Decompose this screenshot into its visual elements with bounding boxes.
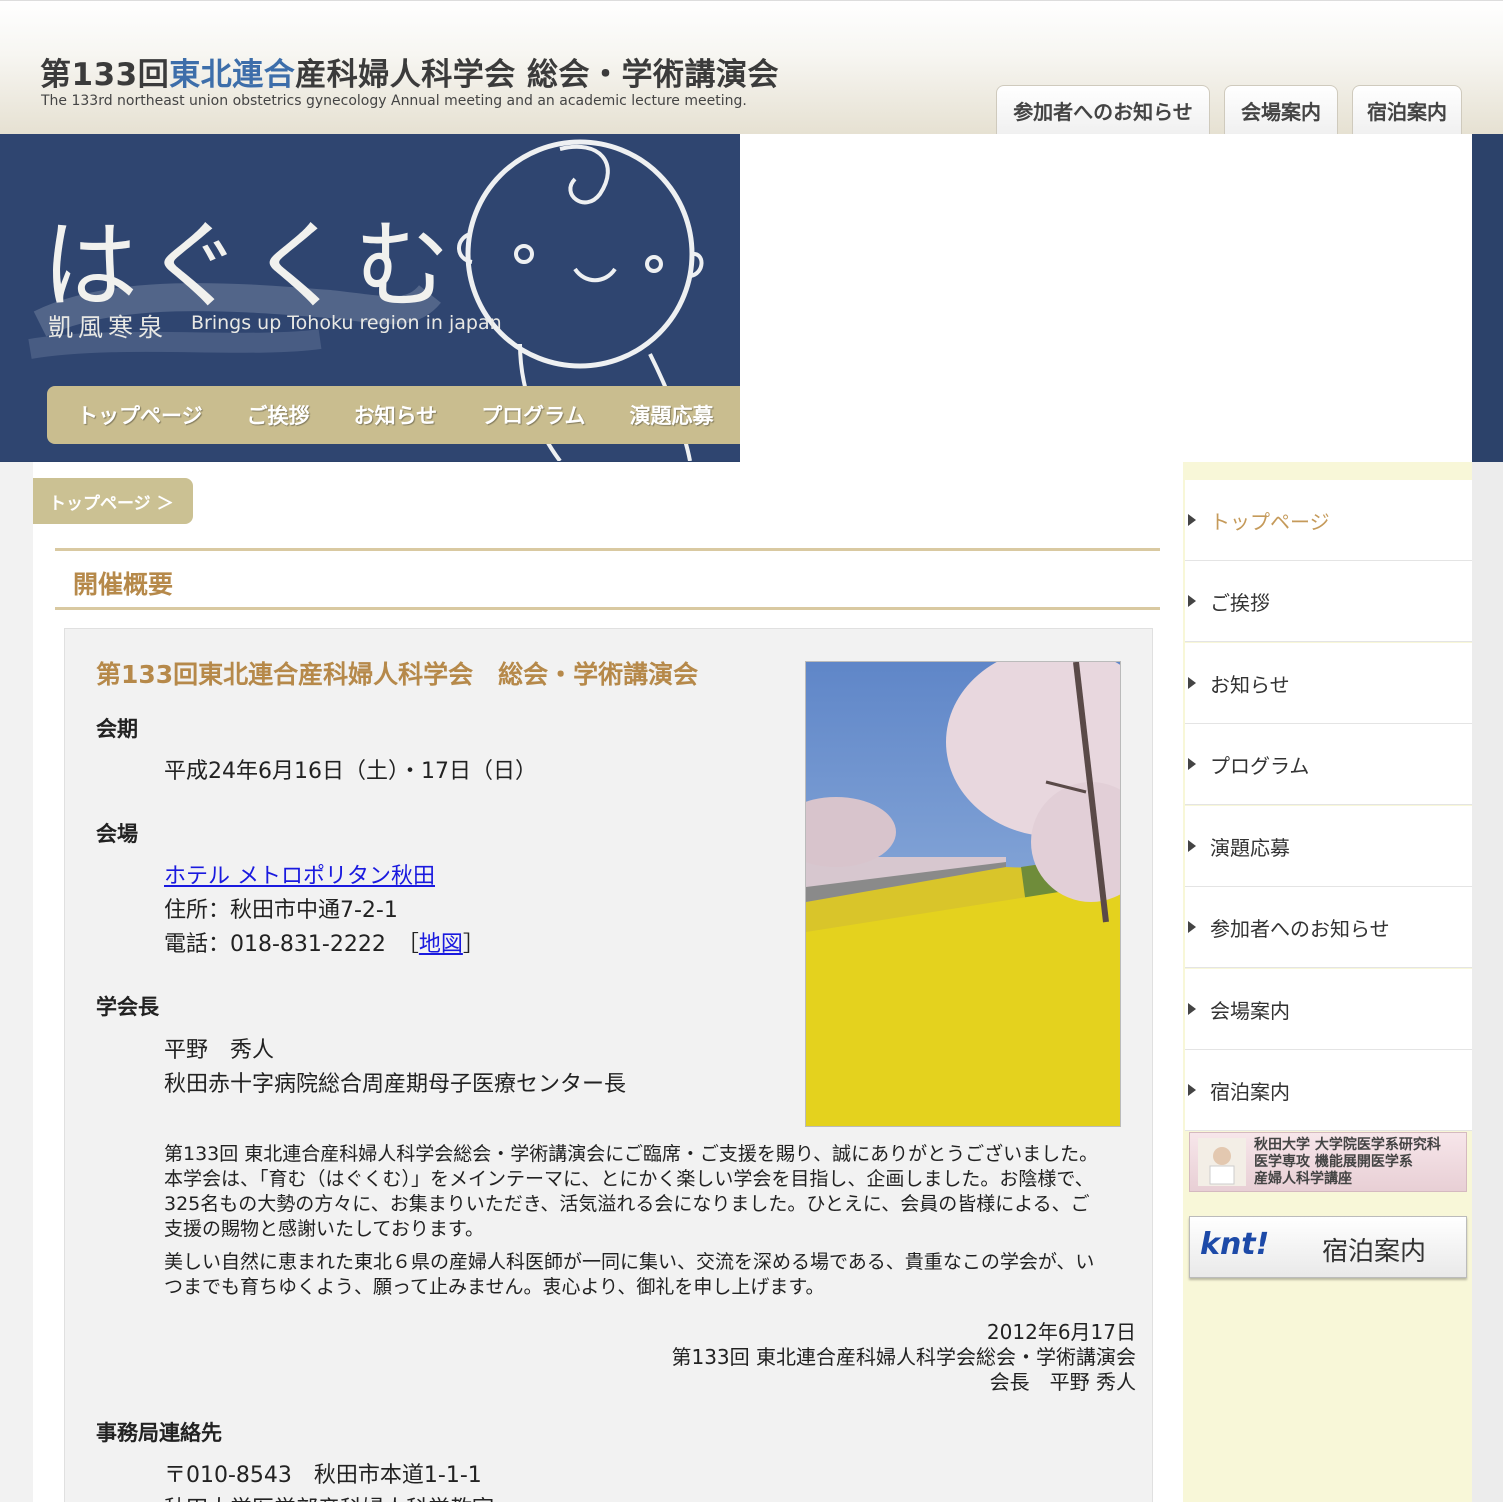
sidebar-item-label: ご挨拶 (1210, 590, 1270, 615)
knt-accommodation-banner[interactable]: knt! 宿泊案内 (1189, 1216, 1467, 1278)
sidebar-item-news[interactable]: お知らせ (1185, 643, 1472, 724)
office-dept: 秋田大学医学部産科婦人科学教室 (164, 1491, 494, 1502)
tab-venue[interactable]: 会場案内 (1224, 85, 1338, 135)
univ-line-1: 秋田大学 大学院医学系研究科 (1254, 1137, 1441, 1153)
sig-name: 会長 平野 秀人 (989, 1370, 1136, 1394)
banner-sub-en: Brings up Tohoku region in japan (191, 312, 502, 334)
arrow-right-icon (1188, 677, 1196, 689)
knt-logo: knt! (1200, 1227, 1270, 1262)
sidebar-item-venue[interactable]: 会場案内 (1185, 969, 1472, 1050)
tab-accommodation[interactable]: 宿泊案内 (1352, 85, 1462, 135)
sidebar-item-label: 宿泊案内 (1210, 1079, 1290, 1104)
doctor-photo-icon (1198, 1138, 1246, 1186)
arrow-right-icon (1188, 1084, 1196, 1096)
site-subtitle: The 133rd northeast union obstetrics gyn… (41, 93, 747, 109)
heading-bar: 開催概要 (55, 548, 1160, 610)
sidebar-item-label: お知らせ (1210, 672, 1290, 697)
banner-blank-area (740, 134, 1472, 462)
sidebar-item-greeting[interactable]: ご挨拶 (1185, 561, 1472, 642)
sidebar: トップページ ご挨拶 お知らせ プログラム 演題応募 参加者へのお知らせ 会場案… (1183, 462, 1472, 1502)
arrow-right-icon (1188, 514, 1196, 526)
banner-image: はぐくむ 凱風寒泉 Brings up Tohoku region in jap… (0, 134, 740, 461)
page-title: 開催概要 (73, 570, 174, 599)
mainnav-program[interactable]: プログラム (481, 400, 585, 430)
photo-sakura-nanohana (805, 661, 1121, 1127)
photo-image (806, 662, 1120, 1126)
greeting-paragraph-1: 第133回 東北連合産科婦人科学会総会・学術講演会にご臨席・ご支援を賜り、誠にあ… (164, 1143, 1099, 1240)
kaiki-label: 会期 (96, 717, 138, 741)
akita-univ-banner[interactable]: 秋田大学 大学院医学系研究科 医学専攻 機能展開医学系 産婦人科学講座 (1189, 1132, 1467, 1192)
right-margin (1472, 462, 1503, 1502)
sidebar-item-participant-notice[interactable]: 参加者へのお知らせ (1185, 887, 1472, 968)
venue-tel-close: ］ (462, 932, 485, 957)
mainnav-abstract[interactable]: 演題応募 (630, 400, 714, 430)
univ-line-2: 医学専攻 機能展開医学系 (1254, 1154, 1413, 1170)
mainnav-greeting[interactable]: ご挨拶 (247, 400, 310, 430)
univ-banner-text: 秋田大学 大学院医学系研究科 医学専攻 機能展開医学系 産婦人科学講座 (1254, 1137, 1441, 1188)
breadcrumb[interactable]: トップページ ＞ (33, 478, 193, 524)
greeting-paragraph-2: 美しい自然に恵まれた東北６県の産婦人科医師が一同に集い、交流を深める場である、貴… (164, 1251, 1095, 1298)
hotel-link[interactable]: ホテル メトロポリタン秋田 (164, 864, 435, 889)
office-label: 事務局連絡先 (96, 1421, 222, 1445)
office-address: 〒010-8543 秋田市本道1-1-1 (164, 1463, 482, 1488)
univ-line-3: 産婦人科学講座 (1254, 1171, 1352, 1187)
mainnav-news[interactable]: お知らせ (354, 400, 438, 430)
banner-title: はぐくむ (42, 210, 458, 322)
venue-address: 住所：秋田市中通7-2-1 (164, 898, 398, 923)
arrow-right-icon (1188, 840, 1196, 852)
arrow-right-icon (1188, 758, 1196, 770)
title-post: 産科婦人科学会 総会・学術講演会 (295, 57, 780, 93)
kaiki-value: 平成24年6月16日（土）・17日（日） (164, 759, 537, 784)
panel-title: 第133回東北連合産科婦人科学会 総会・学術講演会 (96, 660, 699, 689)
knt-label: 宿泊案内 (1322, 1237, 1427, 1267)
site-title[interactable]: 第133回東北連合産科婦人科学会 総会・学術講演会 (40, 49, 779, 94)
sidebar-item-program[interactable]: プログラム (1185, 724, 1472, 805)
banner-sub-jp: 凱風寒泉 (48, 313, 169, 342)
map-link[interactable]: 地図 (419, 932, 463, 957)
president-title: 秋田赤十字病院総合周産期母子医療センター長 (164, 1072, 627, 1097)
arrow-right-icon (1188, 1003, 1196, 1015)
sidebar-item-label: プログラム (1210, 753, 1310, 778)
venue-tel: 電話：018-831-2222 ［ (164, 932, 419, 957)
arrow-right-icon (1188, 595, 1196, 607)
sidebar-item-abstract[interactable]: 演題応募 (1185, 806, 1472, 887)
site-header: 第133回東北連合産科婦人科学会 総会・学術講演会 The 133rd nort… (0, 0, 1503, 135)
title-pre: 第133回 (40, 57, 170, 93)
tab-participant-notice[interactable]: 参加者へのお知らせ (996, 85, 1210, 135)
sidebar-item-label: 会場案内 (1210, 998, 1290, 1023)
sidebar-item-top[interactable]: トップページ (1185, 480, 1472, 561)
title-highlight: 東北連合 (169, 57, 296, 93)
overview-panel: 第133回東北連合産科婦人科学会 総会・学術講演会 会期 平成24年6月16日（… (64, 628, 1153, 1502)
sidebar-item-accommodation[interactable]: 宿泊案内 (1185, 1050, 1472, 1131)
sidebar-item-label: 参加者へのお知らせ (1210, 916, 1390, 941)
main-content: トップページ ＞ 開催概要 第133回東北連合産科婦人科学会 総会・学術講演会 … (33, 462, 1183, 1502)
president-name: 平野 秀人 (164, 1038, 275, 1063)
president-label: 学会長 (96, 995, 159, 1019)
kaijo-label: 会場 (96, 822, 138, 846)
sidebar-item-label: 演題応募 (1210, 835, 1290, 860)
mainnav-top[interactable]: トップページ (77, 400, 203, 430)
main-nav: トップページ ご挨拶 お知らせ プログラム 演題応募 (47, 386, 740, 444)
sidebar-item-label: トップページ (1210, 509, 1330, 534)
arrow-right-icon (1188, 921, 1196, 933)
